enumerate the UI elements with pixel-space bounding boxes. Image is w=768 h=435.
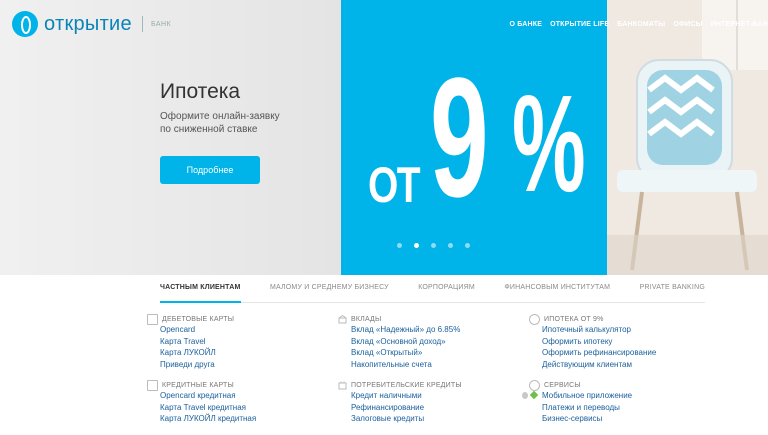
group-heading-label: ВКЛАДЫ <box>351 315 382 323</box>
group-mortgage: ИПОТЕКА ОТ 9% Ипотечный калькулятор Офор… <box>529 313 722 371</box>
nav-about[interactable]: О БАНКЕ <box>509 21 542 28</box>
tab-private-banking[interactable]: PRIVATE BANKING <box>640 275 705 301</box>
group-heading: ВКЛАДЫ <box>338 314 531 324</box>
slider-dot[interactable] <box>431 243 436 248</box>
logo-divider <box>141 16 143 32</box>
group-heading: ИПОТЕКА ОТ 9% <box>529 313 722 325</box>
menu-link[interactable]: Ипотечный калькулятор <box>542 324 722 336</box>
menu-link[interactable]: Вклад «Надежный» до 6.85% <box>351 324 531 336</box>
services-icon <box>529 379 540 391</box>
slider-dot[interactable] <box>465 243 470 248</box>
slider-dots <box>397 243 482 248</box>
menu-link[interactable]: Карта Travel <box>160 336 340 348</box>
deposit-icon <box>338 314 347 324</box>
menu-column-mortgage: ИПОТЕКА ОТ 9% Ипотечный калькулятор Офор… <box>522 313 722 435</box>
menu-link[interactable]: Кредит наличными <box>351 390 531 402</box>
group-heading: ДЕБЕТОВЫЕ КАРТЫ <box>147 313 340 325</box>
promo-number: 9 <box>430 43 489 233</box>
group-consumer-credits: ПОТРЕБИТЕЛЬСКИЕ КРЕДИТЫ Кредит наличными… <box>338 380 531 425</box>
menu-column-deposits: ВКЛАДЫ Вклад «Надежный» до 6.85% Вклад «… <box>338 314 531 435</box>
slider-dot-active[interactable] <box>414 243 419 248</box>
hero-promo-panel: 9 % ОТ <box>341 0 607 275</box>
menu-link[interactable]: Накопительные счета <box>351 359 531 371</box>
hero-text-line: по сниженной ставке <box>160 124 258 135</box>
menu-link[interactable]: Карта Travel кредитная <box>160 402 340 414</box>
promo-percent: % <box>512 67 586 221</box>
menu-link[interactable]: Залоговые кредиты <box>351 413 531 425</box>
android-icon <box>529 390 539 400</box>
menu-column-cards: ДЕБЕТОВЫЕ КАРТЫ Opencard Карта Travel Ка… <box>147 313 340 435</box>
group-deposits: ВКЛАДЫ Вклад «Надежный» до 6.85% Вклад «… <box>338 314 531 371</box>
top-nav: О БАНКЕ ОТКРЫТИЕ LIFE БАНКОМАТЫ ОФИСЫ ИН… <box>501 21 768 28</box>
group-heading: СЕРВИСЫ <box>529 379 722 391</box>
promo-prefix: ОТ <box>368 157 421 213</box>
menu-link[interactable]: Карта ЛУКОЙЛ <box>160 347 340 359</box>
more-button[interactable]: Подробнее <box>160 156 260 184</box>
menu-link[interactable]: Приведи друга <box>160 359 340 371</box>
nav-offices[interactable]: ОФИСЫ <box>673 21 702 28</box>
menu-link[interactable]: Рефинансирование <box>351 402 531 414</box>
credit-icon <box>338 381 347 390</box>
group-heading: ПОТРЕБИТЕЛЬСКИЕ КРЕДИТЫ <box>338 380 531 390</box>
menu-link-label: Мобильное приложение <box>542 391 633 400</box>
chair-illustration <box>607 0 768 275</box>
tab-private-clients[interactable]: ЧАСТНЫМ КЛИЕНТАМ <box>160 275 241 303</box>
card-icon <box>147 379 158 391</box>
menu-link[interactable]: Оформить ипотеку <box>542 336 722 348</box>
group-credit-cards: КРЕДИТНЫЕ КАРТЫ Opencard кредитная Карта… <box>147 379 340 425</box>
menu-link[interactable]: Оформить рефинансирование <box>542 347 722 359</box>
group-heading-label: СЕРВИСЫ <box>544 381 581 389</box>
tab-small-business[interactable]: МАЛОМУ И СРЕДНЕМУ БИЗНЕСУ <box>270 275 389 301</box>
group-heading-label: ПОТРЕБИТЕЛЬСКИЕ КРЕДИТЫ <box>351 381 462 389</box>
menu-link[interactable]: Вклад «Основной доход» <box>351 336 531 348</box>
hero-banner[interactable]: 9 % ОТ открытие БАНК О БАНКЕ ОТКРЫТИЕ LI… <box>0 0 768 275</box>
hero-text-line: Оформите онлайн-заявку <box>160 111 280 122</box>
segment-tabs: ЧАСТНЫМ КЛИЕНТАМ МАЛОМУ И СРЕДНЕМУ БИЗНЕ… <box>160 275 705 303</box>
group-debit-cards: ДЕБЕТОВЫЕ КАРТЫ Opencard Карта Travel Ка… <box>147 313 340 371</box>
bank-logo[interactable]: открытие БАНК <box>12 11 171 37</box>
group-services: СЕРВИСЫ Мобильное приложение Платежи и п… <box>522 379 722 425</box>
card-icon <box>147 313 158 325</box>
hero-left-panel <box>0 0 341 275</box>
logo-icon <box>12 11 38 37</box>
group-heading-label: КРЕДИТНЫЕ КАРТЫ <box>162 381 234 389</box>
menu-link[interactable]: Opencard кредитная <box>160 390 340 402</box>
slider-dot[interactable] <box>448 243 453 248</box>
menu-link[interactable]: Мобильное приложение <box>522 390 722 402</box>
group-heading-label: ИПОТЕКА ОТ 9% <box>544 315 604 323</box>
logo-text: открытие <box>44 12 132 35</box>
group-heading: КРЕДИТНЫЕ КАРТЫ <box>147 379 340 391</box>
slider-dot[interactable] <box>397 243 402 248</box>
group-heading-label: ДЕБЕТОВЫЕ КАРТЫ <box>162 315 235 323</box>
hero-photo <box>607 0 768 275</box>
tab-financial-institutions[interactable]: ФИНАНСОВЫМ ИНСТИТУТАМ <box>504 275 610 301</box>
percent-icon <box>529 313 540 325</box>
menu-link[interactable]: Карта ЛУКОЙЛ кредитная <box>160 413 340 425</box>
menu-link[interactable]: Opencard <box>160 324 340 336</box>
nav-internet-bank[interactable]: ИНТЕРНЕТ-БАН <box>711 21 768 28</box>
logo-subtitle: БАНК <box>150 20 172 28</box>
menu-link[interactable]: Платежи и переводы <box>542 402 722 414</box>
menu-link[interactable]: Вклад «Открытый» <box>351 347 531 359</box>
nav-life[interactable]: ОТКРЫТИЕ LIFE <box>550 21 609 28</box>
tab-corporations[interactable]: КОРПОРАЦИЯМ <box>418 275 475 301</box>
apple-icon <box>522 392 528 399</box>
hero-description: Оформите онлайн-заявку по сниженной став… <box>160 110 300 136</box>
menu-link[interactable]: Действующим клиентам <box>542 359 722 371</box>
nav-atms[interactable]: БАНКОМАТЫ <box>617 21 665 28</box>
hero-title: Ипотека <box>160 80 241 103</box>
menu-link[interactable]: Бизнес-сервисы <box>542 413 722 425</box>
